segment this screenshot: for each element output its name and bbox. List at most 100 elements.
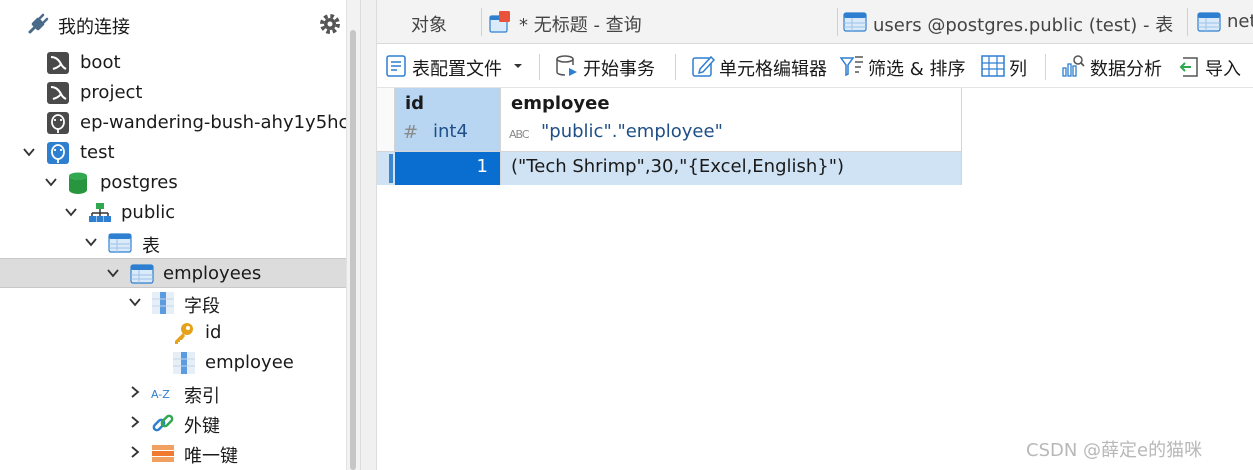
tree-item-project[interactable]: project [0, 78, 346, 108]
caret-down-icon[interactable] [513, 62, 523, 70]
tables-folder-icon [108, 233, 132, 253]
toolbar-label: 单元格编辑器 [719, 59, 827, 80]
sidebar-scrollbar[interactable] [346, 0, 360, 470]
tree-item-test[interactable]: test [0, 138, 346, 168]
tree-item-postgres[interactable]: postgres [0, 168, 346, 198]
numeric-type-icon: # [403, 122, 419, 143]
cell-employee[interactable]: ("Tech Shrimp",30,"{Excel,English}") [501, 152, 962, 185]
scrollbar-thumb[interactable] [350, 30, 356, 470]
query-icon [489, 11, 510, 33]
tree-item-label: postgres [100, 172, 178, 193]
chevron-down-icon[interactable] [106, 266, 120, 280]
tree-item-label: employees [163, 263, 262, 284]
sidebar-title: 我的连接 [58, 17, 130, 38]
tab-label: net [1227, 11, 1253, 32]
toolbar-label: 表配置文件 [412, 59, 502, 80]
chevron-down-icon[interactable] [22, 145, 36, 159]
tab-net[interactable]: net [1197, 5, 1253, 39]
gear-icon[interactable] [318, 12, 342, 36]
grid-corner [377, 88, 395, 152]
svg-text:A-Z: A-Z [151, 388, 170, 401]
tree-item-label: public [121, 202, 176, 223]
connection-sidebar: 我的连接 boot project ep-wandering-bush-ahy1… [0, 0, 346, 470]
tree-item-label: 表 [142, 236, 160, 257]
field-icon [173, 352, 195, 374]
table-profile-button[interactable]: 表配置文件 [385, 52, 525, 82]
tree-item-ep-wandering-bush[interactable]: ep-wandering-bush-ahy1y5hc- [0, 108, 346, 138]
tab-divider [481, 8, 482, 36]
table-icon [130, 264, 154, 284]
data-grid: id # int4 employee ABC "public"."employe… [377, 88, 1253, 470]
filter-sort-button[interactable]: 筛选 & 排序 [840, 52, 970, 82]
chevron-down-icon[interactable] [44, 175, 58, 189]
tree-item-label: employee [205, 352, 294, 373]
tree-item-label: 外键 [184, 416, 220, 437]
pane-splitter[interactable] [360, 0, 377, 470]
tab-users-table[interactable]: users @postgres.public (test) - 表 [843, 5, 1193, 39]
primary-key-icon [175, 323, 193, 344]
unique-key-icon [152, 445, 174, 462]
column-name: id [405, 93, 425, 114]
mysql-icon [47, 52, 69, 74]
schema-icon [89, 203, 111, 222]
chevron-down-icon[interactable] [128, 295, 142, 309]
mysql-icon [47, 82, 69, 104]
sidebar-header: 我的连接 [0, 6, 346, 44]
column-header-id[interactable]: id # int4 [395, 88, 501, 152]
data-analysis-button[interactable]: 数据分析 [1061, 52, 1166, 82]
chevron-right-icon[interactable] [128, 385, 142, 399]
tree-item-employees[interactable]: employees [0, 258, 346, 288]
tree-item-label: ep-wandering-bush-ahy1y5hc- [80, 112, 346, 133]
tree-item-field-employee[interactable]: employee [0, 348, 346, 378]
tree-item-label: 字段 [184, 296, 220, 317]
table-icon [1197, 12, 1221, 32]
tab-label: * 无标题 - 查询 [519, 15, 642, 36]
tree-item-field-id[interactable]: id [0, 318, 346, 348]
tab-untitled-query[interactable]: * 无标题 - 查询 [489, 5, 819, 39]
index-icon: A-Z [151, 388, 170, 401]
toolbar-label: 数据分析 [1090, 59, 1162, 80]
tree-item-boot[interactable]: boot [0, 48, 346, 78]
chevron-down-icon[interactable] [84, 235, 98, 249]
chevron-right-icon[interactable] [128, 415, 142, 429]
tab-divider [1187, 8, 1188, 36]
cell-id[interactable]: 1 [395, 152, 501, 185]
columns-button[interactable]: 列 [981, 52, 1031, 82]
toolbar-label: 列 [1009, 59, 1027, 80]
cell-editor-button[interactable]: 单元格编辑器 [691, 52, 831, 82]
tree-item-label: boot [80, 52, 121, 73]
analysis-chart-icon [1062, 55, 1085, 77]
tree-item-public[interactable]: public [0, 198, 346, 228]
tab-objects[interactable]: 对象 [411, 5, 501, 39]
import-button[interactable]: 导入 [1177, 52, 1247, 82]
tree-item-label: 唯一键 [184, 446, 238, 467]
table-icon [843, 12, 867, 32]
toolbar-label: 筛选 & 排序 [868, 59, 966, 80]
column-name: employee [511, 93, 610, 114]
toolbar: 表配置文件 开始事务 单元格编辑器 筛选 & 排序 列 数据分析 导入 [377, 44, 1253, 88]
tree-item-label: id [205, 322, 222, 343]
tab-divider [837, 8, 838, 36]
tree-item-unique-keys[interactable]: 唯一键 [0, 438, 346, 468]
columns-grid-icon [981, 55, 1005, 77]
toolbar-divider [1045, 54, 1046, 80]
pencil-icon [692, 55, 715, 77]
tree-item-fields[interactable]: 字段 [0, 288, 346, 318]
chevron-right-icon[interactable] [128, 445, 142, 459]
plug-icon [28, 13, 49, 34]
column-header-employee[interactable]: employee ABC "public"."employee" [501, 88, 962, 152]
profile-icon [386, 55, 406, 77]
begin-transaction-button[interactable]: 开始事务 [555, 52, 665, 82]
tree-item-indexes[interactable]: A-Z 索引 [0, 378, 346, 408]
import-icon [1179, 57, 1198, 77]
postgresql-icon [47, 112, 69, 134]
tree-item-foreign-keys[interactable]: 外键 [0, 408, 346, 438]
fields-icon [152, 292, 174, 314]
column-type: "public"."employee" [541, 121, 723, 142]
tree-item-tables[interactable]: 表 [0, 228, 346, 258]
toolbar-divider [539, 54, 540, 80]
row-selector[interactable] [377, 152, 395, 185]
tab-bar: 对象 * 无标题 - 查询 users @postgres.public (te… [377, 0, 1253, 44]
chevron-down-icon[interactable] [64, 205, 78, 219]
text-type-icon: ABC [509, 128, 530, 141]
